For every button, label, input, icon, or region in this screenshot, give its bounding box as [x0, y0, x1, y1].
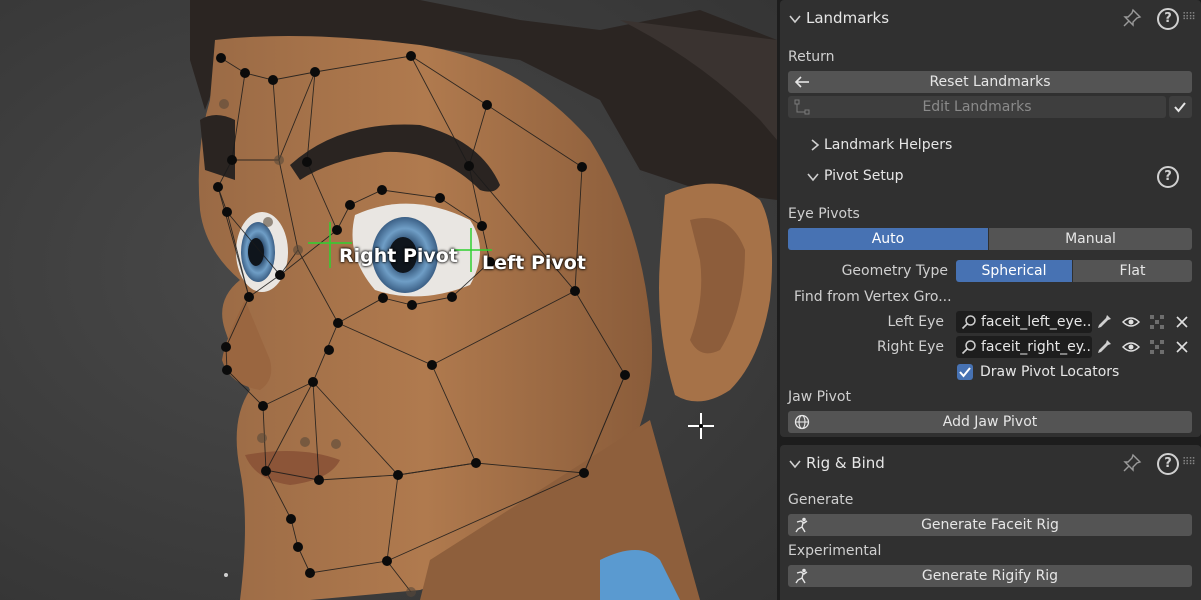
checkmark-icon [1174, 102, 1186, 113]
left-eye-value: faceit_left_eye... [981, 314, 1092, 330]
close-icon[interactable] [1171, 336, 1193, 358]
armature-icon [795, 517, 808, 533]
landmarks-panel-header[interactable]: Landmarks ? ⠿⠿ [780, 0, 1201, 36]
chevron-down-icon[interactable] [788, 12, 802, 26]
jaw-pivot-label: Jaw Pivot [788, 389, 851, 405]
generate-rigify-rig-label: Generate Rigify Rig [921, 568, 1059, 584]
eye-icon[interactable] [1120, 311, 1142, 333]
eyedropper-icon[interactable] [1093, 336, 1115, 358]
pivot-setup-label: Pivot Setup [824, 168, 904, 184]
add-jaw-pivot-label: Add Jaw Pivot [942, 414, 1038, 430]
left-eye-vertex-group-field[interactable]: faceit_left_eye... [956, 311, 1092, 333]
eyedropper-icon[interactable] [1093, 311, 1115, 333]
landmark-helpers-label: Landmark Helpers [824, 137, 953, 153]
drag-grip-icon[interactable]: ⠿⠿ [1182, 457, 1196, 468]
draw-pivot-locators-label[interactable]: Draw Pivot Locators [980, 364, 1119, 380]
help-icon[interactable]: ? [1157, 166, 1179, 188]
generate-faceit-rig-button[interactable]: Generate Faceit Rig [788, 514, 1192, 536]
geometry-type-label: Geometry Type [841, 263, 948, 279]
arrow-left-icon [794, 76, 809, 88]
search-icon [961, 340, 976, 355]
experimental-label: Experimental [788, 543, 882, 559]
reset-landmarks-button[interactable]: Reset Landmarks [788, 71, 1192, 93]
vertex-group-icon[interactable] [1146, 336, 1168, 358]
3d-viewport[interactable]: Right Pivot Left Pivot [0, 0, 777, 600]
chevron-down-icon[interactable] [788, 457, 802, 471]
edit-landmarks-label: Edit Landmarks [922, 99, 1032, 115]
geometry-flat-option[interactable]: Flat [1073, 260, 1192, 282]
pin-icon[interactable] [1122, 8, 1142, 28]
confirm-edit-button[interactable] [1169, 96, 1192, 118]
rig-bind-panel-title: Rig & Bind [806, 454, 885, 472]
globe-icon [794, 414, 810, 430]
right-eye-value: faceit_right_ey... [981, 339, 1092, 355]
draw-pivot-locators-checkbox[interactable] [957, 364, 973, 380]
right-eye-label: Right Eye [876, 339, 944, 355]
right-eye-vertex-group-field[interactable]: faceit_right_ey... [956, 336, 1092, 358]
generate-rigify-rig-button[interactable]: Generate Rigify Rig [788, 565, 1192, 587]
rig-bind-panel-header[interactable]: Rig & Bind ? ⠿⠿ [780, 445, 1201, 481]
rig-bind-panel: Rig & Bind ? ⠿⠿ Generate Generate Faceit… [780, 445, 1201, 600]
checkmark-icon [959, 367, 971, 378]
geometry-spherical-option[interactable]: Spherical [956, 260, 1072, 282]
drag-grip-icon[interactable]: ⠿⠿ [1182, 12, 1196, 23]
pin-icon[interactable] [1122, 453, 1142, 473]
reset-landmarks-label: Reset Landmarks [929, 74, 1051, 90]
eye-pivot-auto-option[interactable]: Auto [788, 228, 988, 250]
properties-sidebar: Landmarks ? ⠿⠿ Return Reset Landmarks Ed… [777, 0, 1201, 600]
node-edit-icon [794, 99, 810, 115]
landmark-helpers-subpanel[interactable]: Landmark Helpers [804, 131, 1194, 159]
eye-pivot-manual-option[interactable]: Manual [989, 228, 1192, 250]
eye-icon[interactable] [1120, 336, 1142, 358]
landmarks-panel-title: Landmarks [806, 9, 890, 27]
help-icon[interactable]: ? [1157, 453, 1179, 475]
left-eye-label: Left Eye [887, 314, 944, 330]
generate-label: Generate [788, 492, 854, 508]
vertex-group-icon[interactable] [1146, 311, 1168, 333]
left-pivot-label: Left Pivot [482, 252, 586, 274]
character-head-render [190, 0, 777, 600]
help-icon[interactable]: ? [1157, 8, 1179, 30]
landmarks-panel: Landmarks ? ⠿⠿ Return Reset Landmarks Ed… [780, 0, 1201, 437]
eye-pivots-label: Eye Pivots [788, 206, 860, 222]
edit-landmarks-button[interactable]: Edit Landmarks [788, 96, 1166, 118]
pivot-setup-subpanel[interactable]: Pivot Setup ? [804, 162, 1194, 190]
generate-faceit-rig-label: Generate Faceit Rig [921, 517, 1059, 533]
right-pivot-label: Right Pivot [339, 245, 458, 267]
close-icon[interactable] [1171, 311, 1193, 333]
armature-icon [795, 568, 808, 584]
add-jaw-pivot-button[interactable]: Add Jaw Pivot [788, 411, 1192, 433]
chevron-right-icon [811, 139, 820, 151]
return-label: Return [788, 49, 835, 65]
find-vertex-group-label: Find from Vertex Gro... [794, 289, 952, 305]
chevron-down-icon [807, 173, 819, 182]
search-icon [961, 315, 976, 330]
